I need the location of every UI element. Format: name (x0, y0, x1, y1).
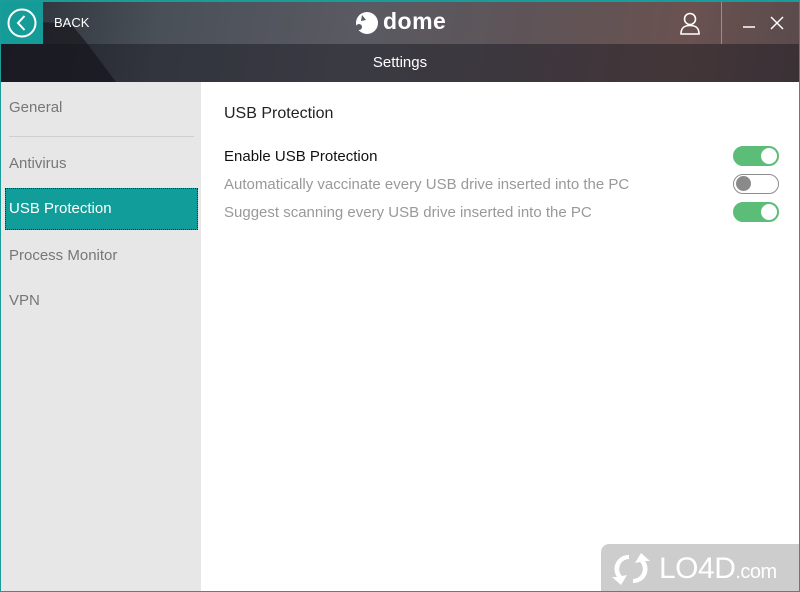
dome-logo: dome (353, 8, 446, 35)
sidebar: General Antivirus USB Protection Process… (1, 82, 201, 591)
header: BACK dome Settings (1, 2, 799, 82)
section-title: USB Protection (224, 105, 334, 122)
enable-usb-protection-toggle[interactable] (733, 146, 779, 166)
suggest-scanning-toggle[interactable] (733, 202, 779, 222)
sidebar-item-vpn[interactable]: VPN (5, 280, 198, 322)
user-account-button[interactable] (677, 11, 703, 37)
lo4d-watermark: LO4D.com (601, 544, 799, 591)
sidebar-item-general[interactable]: General (5, 87, 198, 129)
sidebar-item-process-monitor[interactable]: Process Monitor (5, 235, 198, 277)
chevron-left-circle-icon (7, 8, 37, 38)
back-label[interactable]: BACK (54, 15, 89, 30)
back-button[interactable] (1, 2, 43, 44)
logo-text: dome (383, 8, 447, 34)
toggle-knob (761, 204, 777, 220)
minimize-button[interactable] (741, 15, 757, 31)
watermark-text: LO4D.com (659, 552, 777, 585)
sidebar-item-usb-protection[interactable]: USB Protection (5, 188, 198, 230)
toggle-knob (761, 148, 777, 164)
lo4d-arrows-icon (612, 553, 650, 585)
panda-logo-icon (356, 11, 378, 34)
option-row: Automatically vaccinate every USB drive … (224, 172, 779, 200)
option-label: Automatically vaccinate every USB drive … (224, 176, 630, 193)
toggle-knob (736, 176, 751, 191)
sidebar-item-antivirus[interactable]: Antivirus (5, 143, 198, 185)
option-row: Enable USB Protection (224, 144, 779, 172)
main-panel: USB Protection Enable USB Protection Aut… (201, 82, 799, 591)
close-button[interactable] (769, 15, 785, 31)
close-icon (770, 16, 784, 30)
option-row: Suggest scanning every USB drive inserte… (224, 200, 779, 228)
sidebar-divider (9, 136, 194, 137)
header-divider (721, 2, 722, 44)
minimize-icon (743, 26, 755, 28)
option-label: Suggest scanning every USB drive inserte… (224, 204, 592, 221)
app-window: BACK dome Settings General Antivirus USB… (0, 0, 800, 592)
option-label: Enable USB Protection (224, 148, 378, 165)
auto-vaccinate-toggle[interactable] (733, 174, 779, 194)
page-title: Settings (372, 54, 428, 71)
user-icon (680, 12, 700, 35)
